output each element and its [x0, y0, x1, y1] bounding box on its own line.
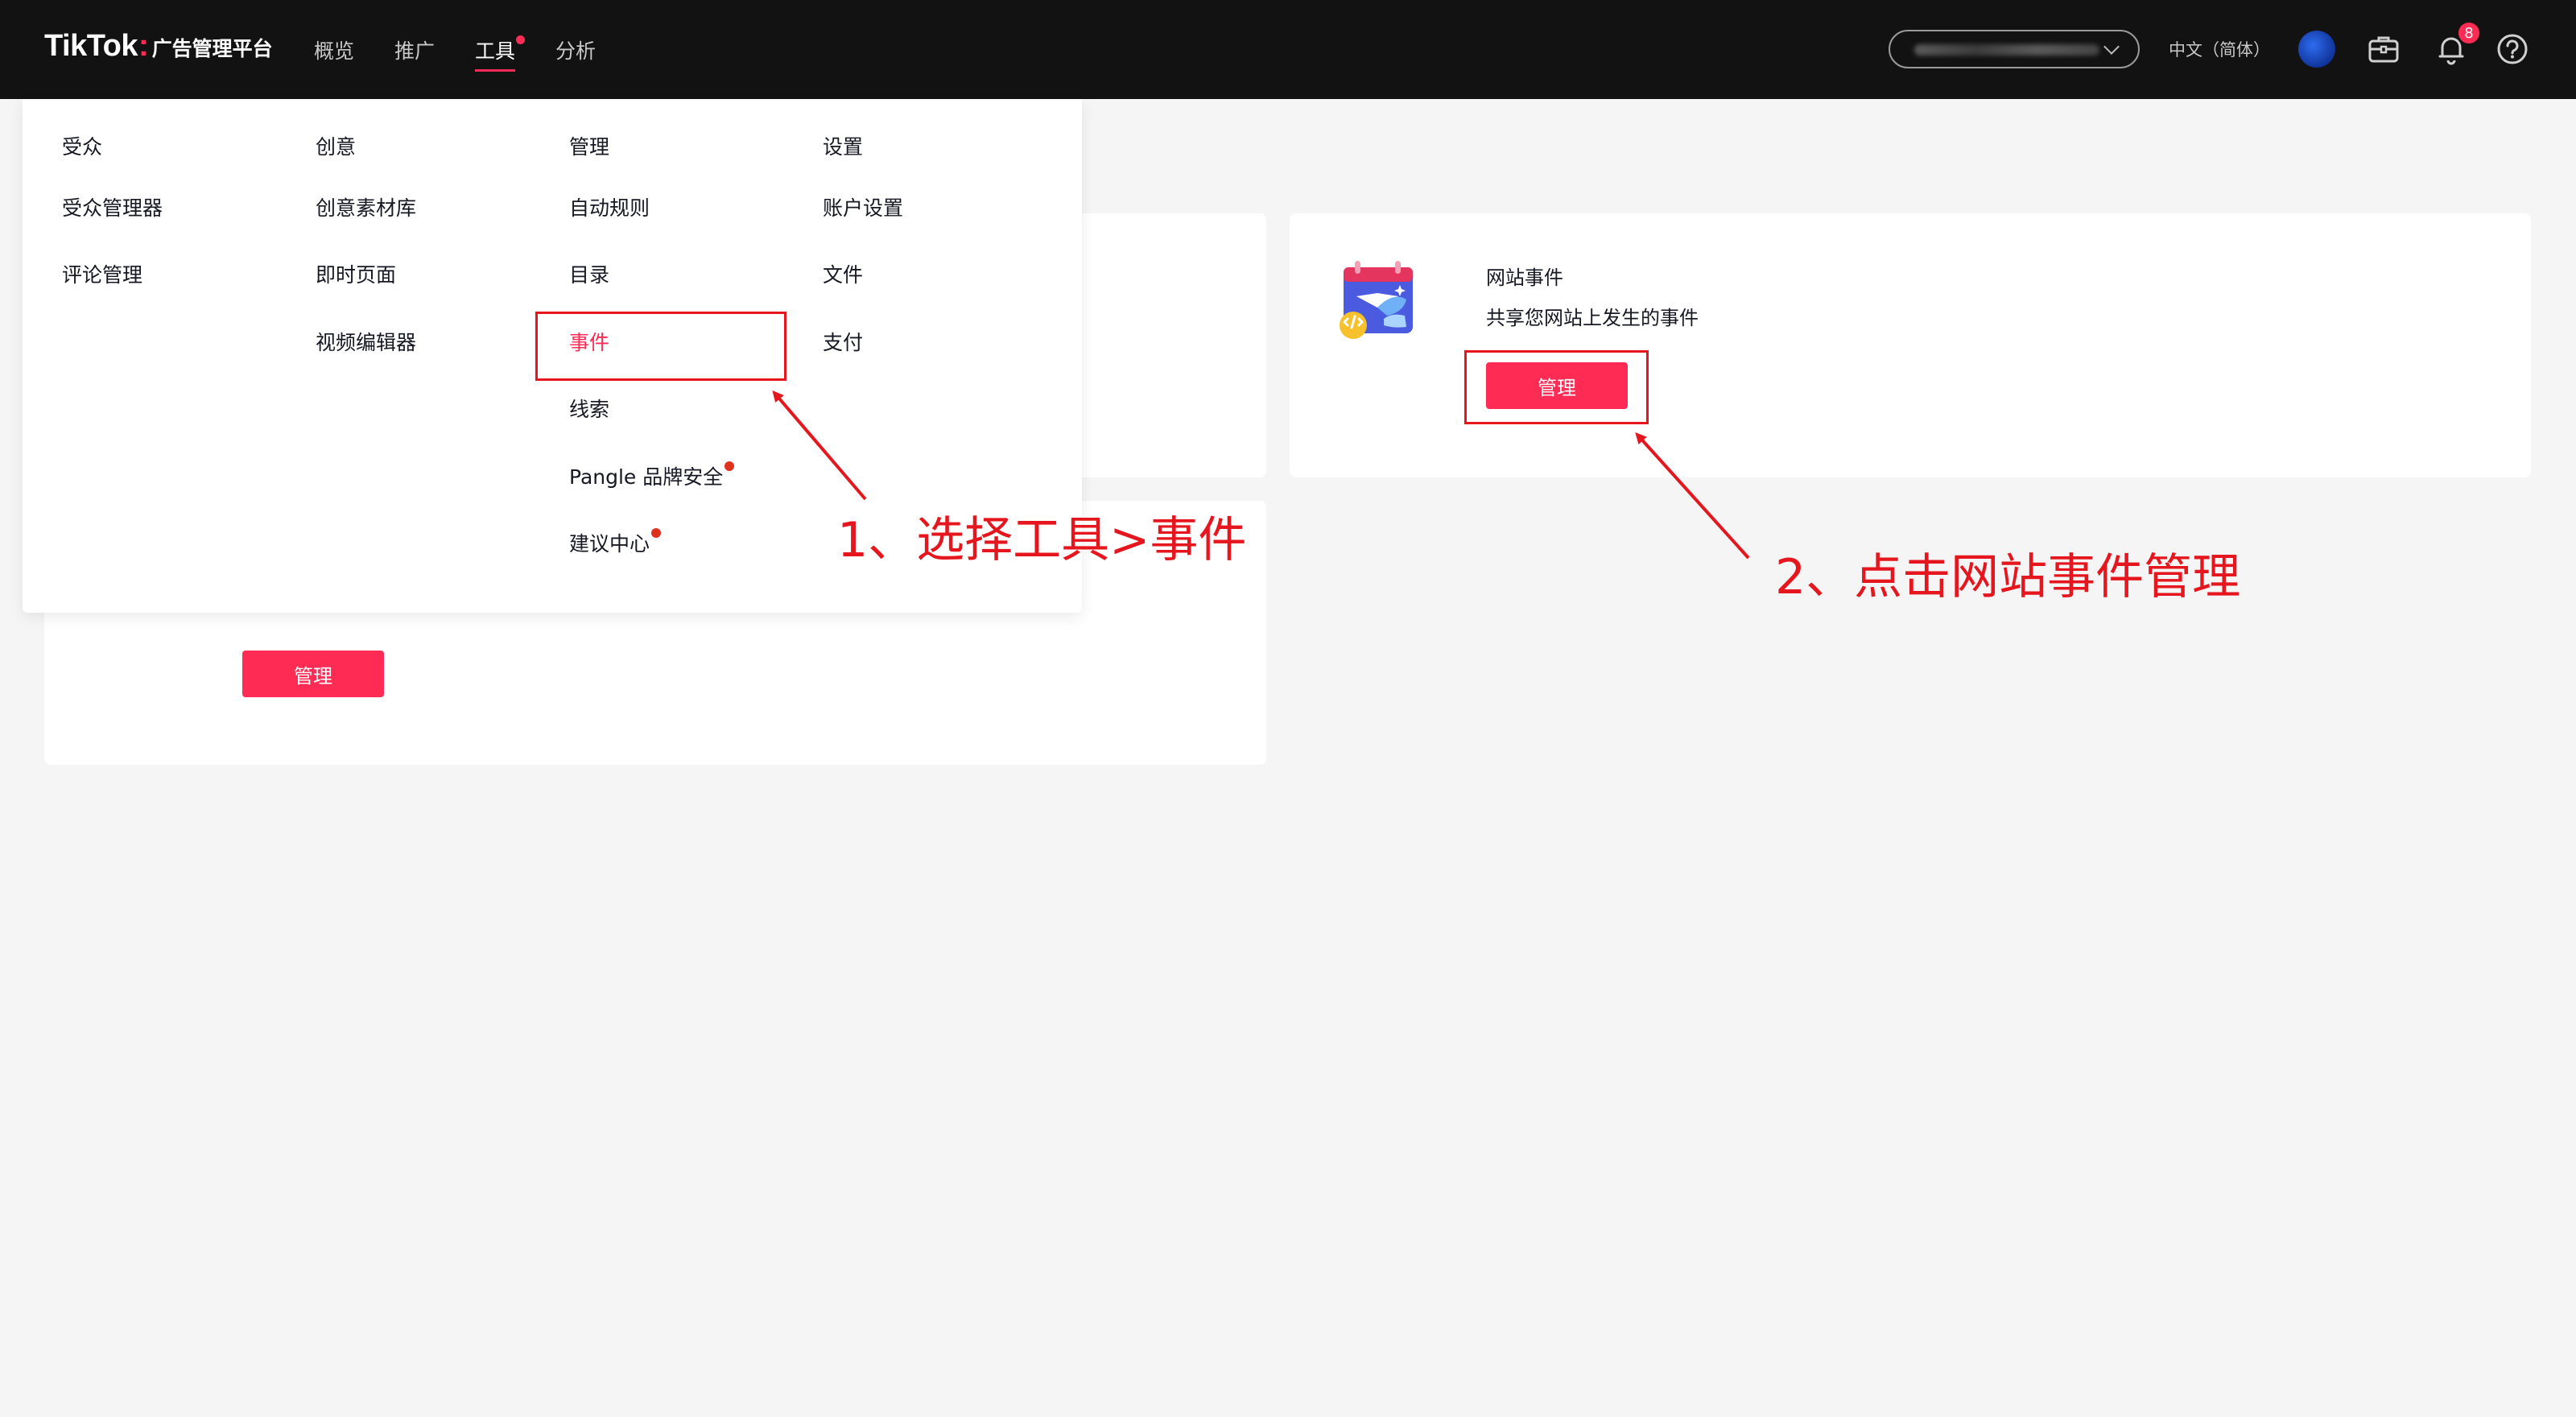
tiktok-ads-logo[interactable]: TikTok : 广告管理平台 [44, 29, 273, 69]
nav-tools[interactable]: 工具 [475, 0, 526, 99]
menu-item-account-settings[interactable]: 账户设置 [823, 192, 903, 221]
menu-item-instant-page[interactable]: 即时页面 [316, 259, 396, 288]
logo-subtitle: 广告管理平台 [151, 37, 273, 60]
menu-item-recommendation-center[interactable]: 建议中心 [569, 528, 662, 557]
nav-overview[interactable]: 概览 [314, 0, 354, 99]
chevron-down-icon [2103, 39, 2120, 55]
menu-item-payment[interactable]: 支付 [823, 327, 863, 356]
account-selector[interactable] [1889, 30, 2140, 68]
main-nav: 概览 推广 工具 分析 [314, 0, 636, 99]
account-name-blurred [1914, 44, 2099, 56]
menu-item-recommendation-center-label: 建议中心 [569, 532, 650, 556]
nav-tools-new-dot [516, 35, 526, 44]
nav-promote-label: 推广 [394, 39, 436, 63]
website-events-card: 网站事件 共享您网站上发生的事件 管理 [1290, 213, 2531, 477]
annotation-step1: 1、选择工具>事件 [837, 512, 1247, 568]
website-events-illustration [1340, 261, 1413, 339]
menu-section-creative: 创意 [316, 135, 357, 159]
briefcase-icon[interactable] [2365, 31, 2402, 68]
menu-item-files[interactable]: 文件 [823, 259, 863, 288]
new-feature-dot [724, 461, 735, 471]
menu-item-video-editor[interactable]: 视频编辑器 [316, 327, 416, 356]
menu-section-management: 管理 [569, 135, 610, 159]
menu-item-audience-manager[interactable]: 受众管理器 [62, 192, 163, 221]
menu-section-settings: 设置 [823, 135, 864, 159]
menu-item-pangle-brand-safety[interactable]: Pangle 品牌安全 [569, 461, 735, 490]
menu-item-creative-library[interactable]: 创意素材库 [316, 192, 416, 221]
nav-tools-label: 工具 [475, 39, 516, 63]
menu-item-catalog[interactable]: 目录 [569, 259, 609, 288]
card-title: 网站事件 [1486, 266, 1563, 289]
menu-item-automated-rules[interactable]: 自动规则 [569, 192, 650, 221]
help-icon[interactable] [2494, 31, 2531, 68]
nav-promote[interactable]: 推广 [394, 0, 435, 99]
card-description: 共享您网站上发生的事件 [1486, 307, 1699, 329]
highlight-box-manage-button [1464, 350, 1649, 424]
menu-item-leads[interactable]: 线索 [569, 394, 609, 423]
menu-section-audience: 受众 [62, 135, 103, 159]
card3-manage-button[interactable]: 管理 [242, 651, 384, 697]
nav-overview-label: 概览 [314, 39, 355, 63]
language-switcher[interactable]: 中文（简体） [2169, 37, 2270, 61]
notification-badge: 8 [2458, 23, 2479, 43]
new-feature-dot [651, 528, 662, 538]
avatar[interactable] [2298, 31, 2335, 68]
nav-analytics[interactable]: 分析 [555, 0, 596, 99]
top-navigation-bar: TikTok : 广告管理平台 概览 推广 工具 分析 中文（简体） 8 [0, 0, 2576, 99]
menu-item-comment-management[interactable]: 评论管理 [62, 259, 142, 288]
highlight-box-events [535, 312, 786, 381]
menu-item-pangle-brand-safety-label: Pangle 品牌安全 [569, 465, 724, 489]
logo-separator: : [138, 29, 149, 63]
logo-wordmark: TikTok [44, 29, 138, 63]
annotation-step2: 2、点击网站事件管理 [1775, 549, 2241, 605]
nav-analytics-label: 分析 [555, 39, 597, 63]
